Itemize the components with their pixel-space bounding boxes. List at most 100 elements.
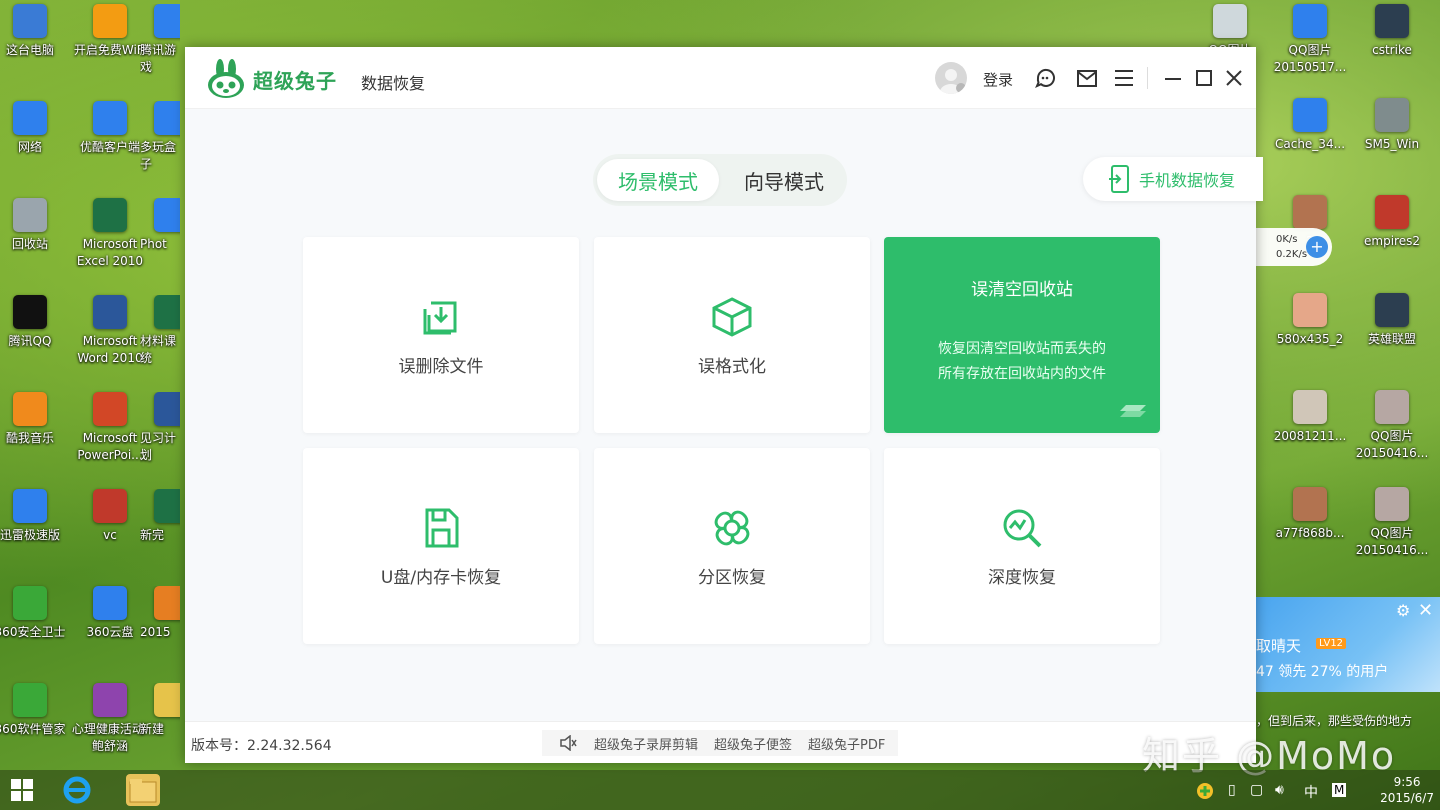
desktop-icon-label: 回收站 xyxy=(11,237,48,251)
desktop-icon[interactable]: Phot xyxy=(140,198,180,253)
card-desc-line: 所有存放在回收站内的文件 xyxy=(938,366,1106,382)
battery-icon[interactable]: ▯ xyxy=(1228,782,1236,798)
support-chat-button[interactable] xyxy=(1033,65,1059,91)
footer-link-pdf[interactable]: 超级兔子PDF xyxy=(808,734,885,753)
close-icon[interactable]: ✕ xyxy=(1418,600,1433,621)
desktop-icon[interactable]: 酷我音乐 xyxy=(0,392,70,447)
login-link[interactable]: 登录 xyxy=(983,69,1013,90)
tab-wizard-mode[interactable]: 向导模式 xyxy=(723,159,845,201)
desktop-icon[interactable]: 见习计划 xyxy=(140,392,180,464)
maximize-icon xyxy=(1196,70,1212,86)
desktop-icon[interactable]: 心理健康活动-鲍舒涵 xyxy=(70,683,150,755)
desktop-icon-label: 心理健康活动-鲍舒涵 xyxy=(71,722,149,753)
desktop-icon[interactable]: 迅雷极速版 xyxy=(0,489,70,544)
footer-link-recorder[interactable]: 超级兔子录屏剪辑 xyxy=(594,734,698,753)
network-speed-widget[interactable]: 0K/s 0.2K/s + xyxy=(1256,228,1332,266)
desktop-icon[interactable]: cstrike xyxy=(1352,4,1432,59)
desktop-icon[interactable]: 腾讯QQ xyxy=(0,295,70,350)
desktop-icon[interactable]: 360云盘 xyxy=(70,586,150,641)
desktop-icon[interactable]: Microsoft Excel 2010 xyxy=(70,198,150,270)
footer-link-notes[interactable]: 超级兔子便签 xyxy=(714,734,792,753)
desktop-icon[interactable]: 2015 xyxy=(140,586,180,641)
minimize-button[interactable] xyxy=(1160,65,1186,91)
desktop-icon-label: QQ图片20150517... xyxy=(1273,43,1347,74)
volume-icon[interactable]: 🔊︎ xyxy=(1275,782,1284,798)
desktop-icon-label: 新建 xyxy=(140,722,165,736)
desktop-icon[interactable]: 英雄联盟 xyxy=(1352,293,1432,348)
card-partition[interactable]: 分区恢复 xyxy=(594,448,870,644)
desktop-icon[interactable]: vc xyxy=(70,489,150,544)
card-deep-recovery[interactable]: 深度恢复 xyxy=(884,448,1160,644)
brand-title: 超级兔子 xyxy=(253,69,337,93)
start-button[interactable] xyxy=(0,770,44,810)
notification-popup[interactable]: ⚙ ✕ 取晴天 LV12 47 领先 27% 的用户 xyxy=(1256,597,1440,692)
app-icon xyxy=(13,101,47,135)
menu-button[interactable] xyxy=(1112,65,1138,91)
app-icon xyxy=(154,683,180,717)
desktop-icon[interactable]: Microsoft Word 2010 xyxy=(70,295,150,367)
card-deleted-files[interactable]: 误删除文件 xyxy=(303,237,579,433)
desktop-icon[interactable]: 580x435_2 xyxy=(1270,293,1350,348)
gear-icon[interactable]: ⚙ xyxy=(1396,601,1410,620)
desktop-icon[interactable]: SM5_Win xyxy=(1352,98,1432,153)
desktop-icon[interactable]: 新建 xyxy=(140,683,180,738)
card-recycle-bin[interactable]: 误清空回收站 恢复因清空回收站而丢失的 所有存放在回收站内的文件 xyxy=(884,237,1160,433)
app-icon xyxy=(154,4,180,38)
app-icon xyxy=(154,101,180,135)
desktop-icon-label: QQ图片20150416... xyxy=(1355,429,1429,460)
plus-icon[interactable]: + xyxy=(1306,236,1328,258)
desktop-icon[interactable]: 回收站 xyxy=(0,198,70,253)
maximize-button[interactable] xyxy=(1191,65,1217,91)
card-description: 恢复因清空回收站而丢失的 所有存放在回收站内的文件 xyxy=(884,337,1160,387)
desktop-icon[interactable]: 网络 xyxy=(0,101,70,156)
popup-username: 取晴天 xyxy=(1256,637,1302,655)
desktop-icon-label: 见习计划 xyxy=(140,431,177,462)
close-icon xyxy=(1226,70,1242,86)
ie-taskbar-button[interactable] xyxy=(60,774,94,806)
desktop-icon[interactable]: empires2 xyxy=(1352,195,1432,250)
footer-links: 超级兔子录屏剪辑 超级兔子便签 超级兔子PDF xyxy=(542,730,898,756)
desktop-icon[interactable]: 腾讯游戏 xyxy=(140,4,180,76)
desktop-icon-label: 20081211... xyxy=(1273,429,1347,443)
card-formatted[interactable]: 误格式化 xyxy=(594,237,870,433)
file-explorer-taskbar-button[interactable] xyxy=(126,774,160,806)
app-icon xyxy=(93,101,127,135)
feedback-button[interactable] xyxy=(1074,65,1100,91)
desktop-icon[interactable]: 多玩盒子 xyxy=(140,101,180,173)
phone-import-icon xyxy=(1109,165,1129,193)
tab-scene-mode[interactable]: 场景模式 xyxy=(597,159,719,201)
desktop-icon[interactable]: 360安全卫士 xyxy=(0,586,70,641)
m-icon[interactable]: M xyxy=(1332,783,1347,797)
desktop-icon[interactable]: QQ图片20150517... xyxy=(1270,4,1350,76)
desktop-icon[interactable]: 优酷客户端 xyxy=(70,101,150,156)
desktop-icon[interactable]: QQ图片20150416... xyxy=(1352,390,1432,462)
desktop-icon[interactable]: 360软件管家 xyxy=(0,683,70,738)
chat-icon[interactable]: ▢ xyxy=(1250,782,1263,798)
desktop-icon[interactable]: QQ图片20150416... xyxy=(1352,487,1432,559)
desktop-icon[interactable]: 新完 xyxy=(140,489,180,544)
avatar[interactable] xyxy=(935,62,967,94)
ime-indicator[interactable]: 中 xyxy=(1304,782,1318,802)
clock[interactable]: 9:56 2015/6/7 xyxy=(1380,774,1434,806)
desktop-icon[interactable]: a77f868b... xyxy=(1270,487,1350,542)
app-icon xyxy=(1375,195,1409,229)
desktop-icon-label: SM5_Win xyxy=(1364,137,1420,151)
desktop-icon[interactable]: 开启免费WiFi xyxy=(70,4,150,59)
desktop-icon[interactable]: 20081211... xyxy=(1270,390,1350,445)
desktop-icon-label: Microsoft Excel 2010 xyxy=(76,237,144,268)
desktop-icon-label: QQ图片20150416... xyxy=(1355,526,1429,557)
desktop-icon[interactable]: Microsoft PowerPoi... xyxy=(70,392,150,464)
desktop-icon[interactable]: 材料课统 xyxy=(140,295,180,367)
tray-icon-360[interactable] xyxy=(1196,782,1214,804)
desktop-icon-label: 360云盘 xyxy=(86,625,134,639)
app-icon xyxy=(93,683,127,717)
close-button[interactable] xyxy=(1221,65,1247,91)
sd-card-icon xyxy=(425,508,459,548)
speaker-icon xyxy=(560,735,577,751)
app-icon xyxy=(93,586,127,620)
desktop-icon[interactable]: 这台电脑 xyxy=(0,4,70,59)
card-usb-sd[interactable]: U盘/内存卡恢复 xyxy=(303,448,579,644)
app-body: 场景模式 向导模式 手机数据恢复 误删除文件 误格式化 误清空回收站 恢复因清空… xyxy=(185,109,1263,721)
desktop-icon[interactable]: Cache_34... xyxy=(1270,98,1350,153)
mobile-recovery-button[interactable]: 手机数据恢复 xyxy=(1083,157,1263,201)
